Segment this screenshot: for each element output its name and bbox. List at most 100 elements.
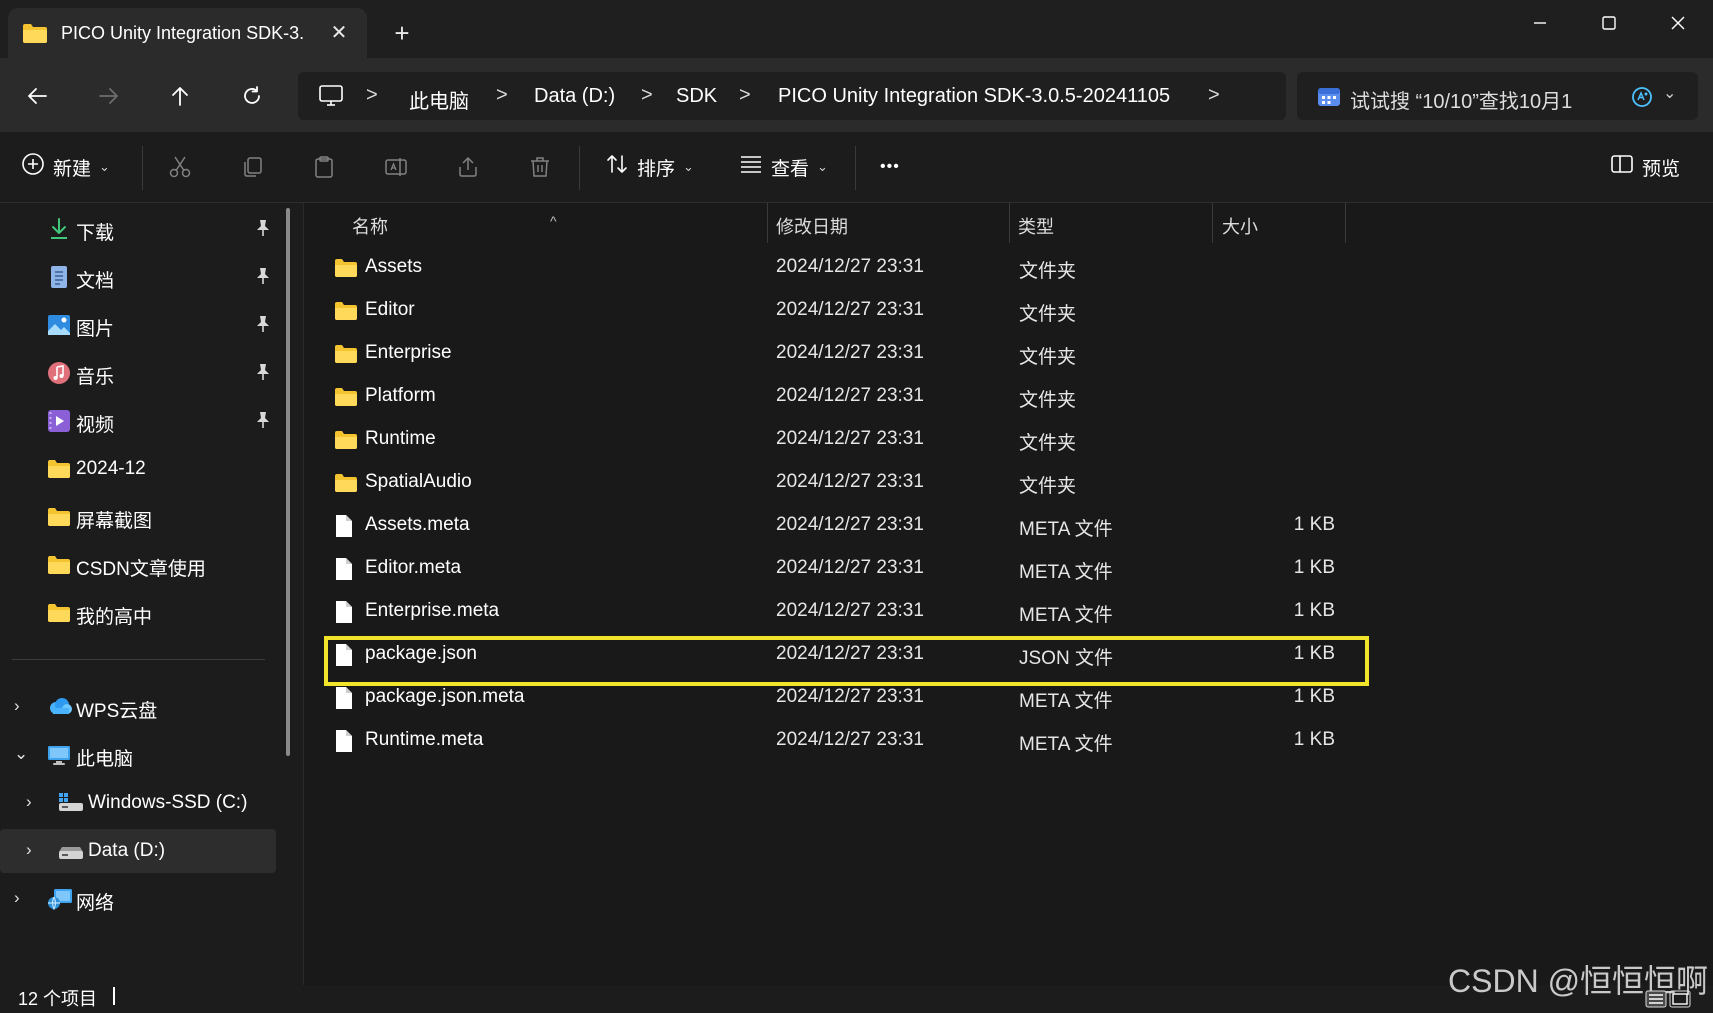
search-dropdown-icon[interactable]: ⌄: [1663, 83, 1676, 103]
file-row[interactable]: Assets 2024/12/27 23:31 文件夹: [304, 246, 1404, 289]
tab-close-button[interactable]: ✕: [324, 18, 354, 48]
tiles-view-icon[interactable]: [1669, 990, 1691, 1013]
pin-icon[interactable]: [255, 411, 271, 434]
address-bar[interactable]: > 此电脑 > Data (D:) > SDK > PICO Unity Int…: [298, 72, 1286, 120]
file-date: 2024/12/27 23:31: [776, 342, 924, 363]
new-tab-button[interactable]: +: [387, 18, 417, 48]
column-divider[interactable]: [767, 203, 768, 243]
copilot-icon[interactable]: [1631, 86, 1653, 113]
tab-current-folder[interactable]: PICO Unity Integration SDK-3. ✕: [8, 8, 367, 58]
breadcrumb-separator[interactable]: >: [739, 84, 751, 107]
refresh-button[interactable]: [234, 78, 270, 114]
folder-icon: [47, 553, 71, 577]
sidebar-scrollbar[interactable]: [286, 208, 290, 756]
search-box[interactable]: 试试搜 “10/10”查找10月1 ⌄: [1297, 72, 1698, 120]
maximize-button[interactable]: [1586, 8, 1632, 38]
file-row[interactable]: Platform 2024/12/27 23:31 文件夹: [304, 375, 1404, 418]
sidebar-item-label: 下载: [76, 223, 115, 244]
breadcrumb-this-pc[interactable]: 此电脑: [409, 85, 469, 114]
sidebar-item-label: 此电脑: [76, 749, 134, 770]
sidebar-item-wps-cloud[interactable]: › WPS云盘: [0, 685, 276, 729]
pin-icon[interactable]: [255, 315, 271, 338]
column-header-size[interactable]: 大小: [1222, 213, 1258, 239]
breadcrumb-separator[interactable]: >: [641, 84, 653, 107]
file-name: Platform: [365, 385, 436, 406]
file-row[interactable]: Editor 2024/12/27 23:31 文件夹: [304, 289, 1404, 332]
breadcrumb-data-d[interactable]: Data (D:): [534, 85, 615, 108]
file-row[interactable]: Runtime.meta 2024/12/27 23:31 META 文件 1 …: [304, 719, 1404, 762]
breadcrumb-separator[interactable]: >: [1208, 84, 1220, 107]
new-button[interactable]: 新建 ⌄: [21, 150, 110, 184]
breadcrumb-sdk[interactable]: SDK: [676, 85, 717, 108]
folder-icon: [334, 471, 358, 498]
pin-icon[interactable]: [255, 219, 271, 242]
sidebar-item-csdn[interactable]: CSDN文章使用: [0, 543, 276, 587]
breadcrumb-pico-sdk[interactable]: PICO Unity Integration SDK-3.0.5-2024110…: [778, 85, 1170, 108]
pin-icon[interactable]: [255, 363, 271, 386]
chevron-right-icon[interactable]: ›: [26, 840, 32, 860]
sidebar-item-network[interactable]: › 网络: [0, 877, 276, 921]
file-name: SpatialAudio: [365, 471, 472, 492]
rename-icon[interactable]: [380, 151, 412, 183]
drive-d-icon: [58, 839, 83, 863]
view-list-icon: [739, 152, 763, 182]
preview-button[interactable]: 预览: [1610, 150, 1680, 184]
file-type: META 文件: [1019, 605, 1113, 626]
file-row[interactable]: SpatialAudio 2024/12/27 23:31 文件夹: [304, 461, 1404, 504]
sidebar-item-2024-12[interactable]: 2024-12: [0, 447, 276, 491]
search-input[interactable]: 试试搜 “10/10”查找10月1: [1350, 85, 1572, 114]
chevron-right-icon[interactable]: ›: [26, 792, 32, 812]
delete-icon[interactable]: [524, 151, 556, 183]
column-divider[interactable]: [1212, 203, 1213, 243]
details-view-icon[interactable]: [1645, 990, 1667, 1013]
sidebar-item-this-pc[interactable]: ⌄ 此电脑: [0, 733, 276, 777]
view-button[interactable]: 查看 ⌄: [739, 150, 828, 184]
sidebar-item-high-school[interactable]: 我的高中: [0, 591, 276, 635]
back-button[interactable]: [19, 78, 55, 114]
file-row[interactable]: Assets.meta 2024/12/27 23:31 META 文件 1 K…: [304, 504, 1404, 547]
folder-icon: [334, 342, 358, 369]
file-row[interactable]: Enterprise 2024/12/27 23:31 文件夹: [304, 332, 1404, 375]
up-button[interactable]: [162, 78, 198, 114]
forward-button[interactable]: [91, 78, 127, 114]
computer-icon: [47, 743, 71, 767]
sidebar-item-label: 屏幕截图: [76, 511, 153, 532]
more-options-button[interactable]: •••: [880, 150, 900, 184]
file-icon: [334, 600, 354, 629]
file-date: 2024/12/27 23:31: [776, 600, 924, 621]
sidebar-item-drive-d[interactable]: › Data (D:): [0, 829, 276, 873]
sidebar-item-documents[interactable]: 文档: [0, 255, 276, 299]
column-header-name[interactable]: 名称: [352, 213, 388, 239]
breadcrumb-separator[interactable]: >: [366, 84, 378, 107]
column-divider[interactable]: [1345, 203, 1346, 243]
sort-button[interactable]: 排序 ⌄: [605, 150, 694, 184]
copy-icon[interactable]: [236, 151, 268, 183]
calendar-icon: [1317, 85, 1341, 112]
chevron-down-icon[interactable]: ⌄: [14, 744, 28, 764]
sidebar-item-screenshots[interactable]: 屏幕截图: [0, 495, 276, 539]
paste-icon[interactable]: [308, 151, 340, 183]
computer-icon[interactable]: [318, 84, 344, 113]
close-window-button[interactable]: [1655, 8, 1701, 38]
chevron-right-icon[interactable]: ›: [14, 696, 20, 716]
column-header-type[interactable]: 类型: [1018, 213, 1054, 239]
chevron-right-icon[interactable]: ›: [14, 888, 20, 908]
sidebar-item-downloads[interactable]: 下载: [0, 207, 276, 251]
file-row[interactable]: Editor.meta 2024/12/27 23:31 META 文件 1 K…: [304, 547, 1404, 590]
command-divider: [142, 146, 143, 190]
sidebar-item-videos[interactable]: 视频: [0, 399, 276, 443]
sidebar-item-music[interactable]: 音乐: [0, 351, 276, 395]
cut-icon[interactable]: [164, 151, 196, 183]
column-header-modified[interactable]: 修改日期: [776, 213, 848, 239]
column-divider[interactable]: [1009, 203, 1010, 243]
minimize-button[interactable]: [1517, 8, 1563, 38]
sidebar-item-pictures[interactable]: 图片: [0, 303, 276, 347]
folder-icon: [334, 428, 358, 455]
pin-icon[interactable]: [255, 267, 271, 290]
sidebar-item-label: 文档: [76, 271, 115, 292]
file-row[interactable]: Runtime 2024/12/27 23:31 文件夹: [304, 418, 1404, 461]
file-row[interactable]: Enterprise.meta 2024/12/27 23:31 META 文件…: [304, 590, 1404, 633]
sidebar-item-drive-c[interactable]: › Windows-SSD (C:): [12, 781, 288, 825]
breadcrumb-separator[interactable]: >: [496, 84, 508, 107]
share-icon[interactable]: [452, 151, 484, 183]
